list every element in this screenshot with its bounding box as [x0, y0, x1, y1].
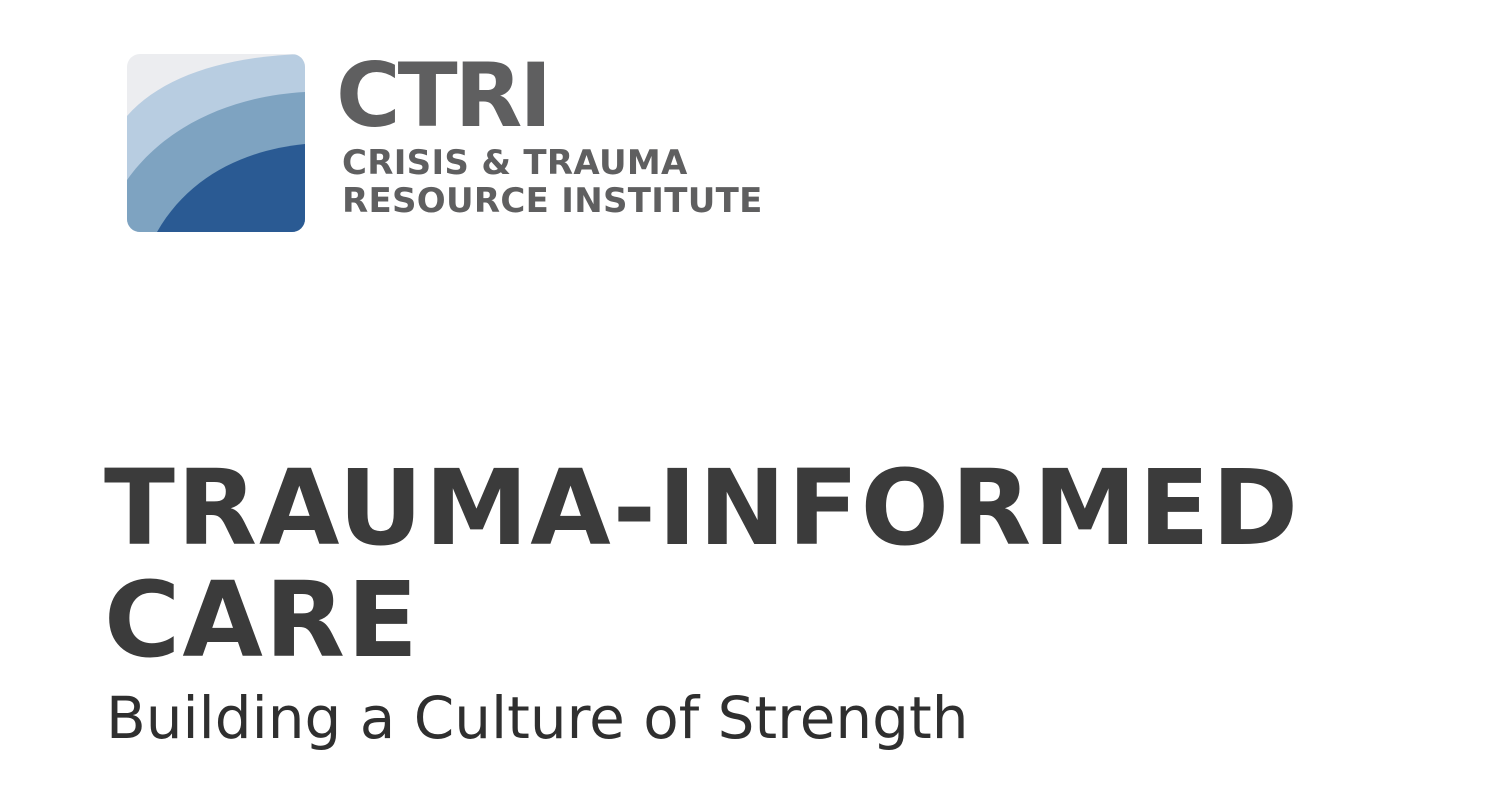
logo-acronym: CTRI: [336, 44, 552, 147]
logo-name-line-2: RESOURCE INSTITUTE: [342, 181, 763, 221]
page-title-line-2: CARE: [104, 559, 420, 681]
page-subtitle: Building a Culture of Strength: [106, 684, 969, 752]
document-page: CTRI CRISIS & TRAUMA RESOURCE INSTITUTE …: [0, 0, 1506, 802]
logo-name: CRISIS & TRAUMA RESOURCE INSTITUTE: [342, 144, 763, 220]
ctri-logo-mark: [127, 54, 305, 232]
page-title: TRAUMA-INFORMED CARE: [104, 452, 1300, 676]
page-title-line-1: TRAUMA-INFORMED: [104, 447, 1301, 569]
logo-wordmark: CTRI CRISIS & TRAUMA RESOURCE INSTITUTE: [336, 44, 763, 221]
logo-name-line-1: CRISIS & TRAUMA: [342, 143, 688, 183]
